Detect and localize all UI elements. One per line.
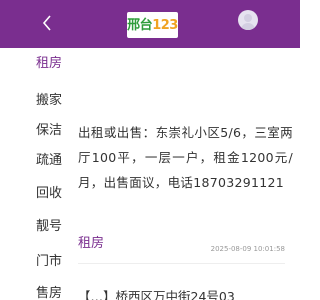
sidebar-item-moving[interactable]: 搬家 [36, 89, 72, 113]
sidebar-item-recycling[interactable]: 回收 [36, 182, 72, 206]
post-content[interactable]: 出租或出售：东崇礼小区5/6，三室两厅100平，一层一户，租金1200元/月，出… [78, 120, 293, 195]
back-button[interactable] [36, 12, 58, 34]
post-list: 出租或出售：东崇礼小区5/6，三室两厅100平，一层一户，租金1200元/月，出… [78, 48, 300, 300]
logo-text-cn: 邢台 [127, 17, 153, 33]
sidebar-item-house-sale[interactable]: 售房 [36, 282, 72, 300]
post-timestamp: 2025-08-09 10:01:58 [210, 245, 285, 253]
sidebar-item-rent[interactable]: 租房 [36, 52, 72, 76]
sidebar-item-cleaning[interactable]: 保洁 [36, 119, 72, 143]
post-category-tag[interactable]: 租房 [78, 235, 104, 253]
post-divider [78, 263, 285, 264]
sidebar-item-lucky-number[interactable]: 靓号 [36, 215, 72, 239]
sidebar-item-unclogging[interactable]: 疏通 [36, 149, 72, 173]
user-avatar-icon[interactable] [238, 10, 258, 30]
app-screen: 邢台 123 租房 搬家 保洁 疏通 回收 靓号 门市 售房 出租或出售：东崇礼小… [0, 0, 300, 300]
sidebar-item-storefront[interactable]: 门市 [36, 250, 72, 274]
next-post-content[interactable]: 【…】桥西区万中街24号03 [78, 284, 300, 300]
chevron-left-icon [42, 15, 51, 31]
top-header-bar: 邢台 123 [0, 0, 300, 48]
logo-text-number: 123 [152, 17, 178, 33]
category-sidebar: 租房 搬家 保洁 疏通 回收 靓号 门市 售房 [36, 52, 72, 300]
site-logo[interactable]: 邢台 123 [127, 12, 178, 38]
